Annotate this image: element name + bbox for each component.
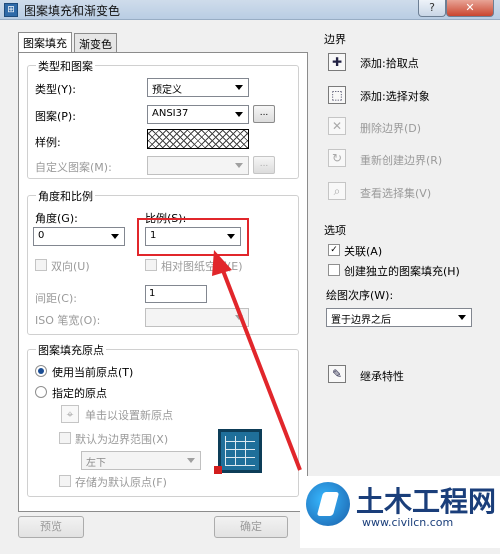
- annotation-highlight-box: [137, 218, 249, 256]
- pattern-value: ANSI37: [152, 108, 189, 119]
- store-default-checkbox[interactable]: [59, 475, 71, 487]
- associative-label: 关联(A): [344, 245, 383, 258]
- inherit-properties-icon[interactable]: ✎: [328, 365, 346, 383]
- inherit-properties-button[interactable]: 继承特性: [360, 368, 404, 384]
- recreate-boundary-icon[interactable]: ↻: [328, 149, 346, 167]
- custom-browse-button[interactable]: ...: [253, 156, 275, 174]
- pattern-browse-button[interactable]: ...: [253, 105, 275, 123]
- view-selections-icon[interactable]: ⌕: [328, 182, 346, 200]
- add-select-objects-button[interactable]: 添加:选择对象: [360, 88, 430, 104]
- use-current-origin-radio[interactable]: [35, 365, 47, 377]
- angle-select[interactable]: 0: [33, 227, 125, 246]
- double-label: 双向(U): [51, 260, 90, 273]
- chevron-down-icon: [111, 234, 119, 239]
- pick-points-icon[interactable]: ✚: [328, 53, 346, 71]
- default-extent-checkbox[interactable]: [59, 432, 71, 444]
- spacing-label: 间距(C):: [35, 292, 77, 305]
- custom-pattern-select[interactable]: [147, 156, 249, 175]
- pattern-select[interactable]: ANSI37: [147, 105, 249, 124]
- default-extent-label: 默认为边界范围(X): [75, 433, 169, 446]
- options-title: 选项: [324, 224, 346, 237]
- angle-scale-title: 角度和比例: [36, 188, 95, 204]
- watermark-url: www.civilcn.com: [362, 516, 454, 529]
- hatch-dialog: ⊞ 图案填充和渐变色 ? ✕ 图案填充 渐变色 类型和图案 类型(Y): 预定义…: [0, 0, 500, 554]
- title-bar: ⊞ 图案填充和渐变色 ? ✕: [0, 0, 500, 20]
- site-logo-icon: [306, 482, 350, 526]
- specified-origin-radio[interactable]: [35, 386, 47, 398]
- type-select[interactable]: 预定义: [147, 78, 249, 97]
- recreate-boundary-button[interactable]: 重新创建边界(R): [360, 152, 442, 168]
- chevron-down-icon: [235, 112, 243, 117]
- type-pattern-title: 类型和图案: [36, 58, 95, 74]
- relative-label: 相对图纸空间(E): [161, 260, 243, 273]
- chevron-down-icon: [235, 163, 243, 168]
- separate-hatches-label: 创建独立的图案填充(H): [344, 265, 460, 278]
- iso-label: ISO 笔宽(O):: [35, 314, 101, 327]
- window-title: 图案填充和渐变色: [24, 4, 121, 18]
- specified-origin-label: 指定的原点: [52, 387, 107, 400]
- angle-value: 0: [38, 230, 45, 241]
- swatch-label: 样例:: [35, 136, 61, 149]
- select-objects-icon[interactable]: ⬚: [328, 86, 346, 104]
- watermark-logo: 土木工程网 www.civilcn.com: [300, 476, 500, 548]
- tab-gradient[interactable]: 渐变色: [74, 33, 117, 52]
- remove-boundary-icon[interactable]: ✕: [328, 117, 346, 135]
- chevron-down-icon: [458, 315, 466, 320]
- double-checkbox[interactable]: [35, 259, 47, 271]
- watermark-title: 土木工程网: [356, 485, 497, 518]
- type-label: 类型(Y):: [35, 83, 77, 96]
- chevron-down-icon: [187, 458, 195, 463]
- preview-button[interactable]: 预览: [18, 516, 84, 538]
- view-selections-button[interactable]: 查看选择集(V): [360, 185, 431, 201]
- custom-pattern-label: 自定义图案(M):: [35, 161, 112, 174]
- draw-order-label: 绘图次序(W):: [326, 289, 394, 302]
- draw-order-value: 置于边界之后: [331, 315, 391, 326]
- click-set-origin-label: 单击以设置新原点: [85, 409, 173, 422]
- add-pick-points-button[interactable]: 添加:拾取点: [360, 55, 419, 71]
- close-button[interactable]: ✕: [446, 0, 494, 17]
- ok-button[interactable]: 确定: [214, 516, 288, 538]
- relative-checkbox[interactable]: [145, 259, 157, 271]
- iso-select[interactable]: [145, 308, 249, 327]
- spacing-input[interactable]: 1: [145, 285, 207, 303]
- associative-checkbox[interactable]: ✓: [328, 244, 340, 256]
- hatch-tab-panel: 类型和图案 类型(Y): 预定义 图案(P): ANSI37 ... 样例: 自…: [18, 52, 308, 512]
- boundaries-title: 边界: [324, 33, 346, 46]
- set-origin-icon[interactable]: ⌖: [61, 405, 79, 423]
- separate-hatches-checkbox[interactable]: [328, 264, 340, 276]
- remove-boundary-button[interactable]: 删除边界(D): [360, 120, 421, 136]
- chevron-down-icon: [235, 315, 243, 320]
- app-icon: ⊞: [4, 3, 18, 17]
- store-default-label: 存储为默认原点(F): [75, 476, 167, 489]
- type-value: 预定义: [152, 85, 182, 96]
- angle-label: 角度(G):: [35, 212, 78, 225]
- tab-hatch[interactable]: 图案填充: [18, 32, 72, 53]
- pattern-label: 图案(P):: [35, 110, 76, 123]
- origin-preview-icon: [218, 429, 262, 473]
- chevron-down-icon: [235, 85, 243, 90]
- origin-position-select[interactable]: 左下: [81, 451, 201, 470]
- use-current-origin-label: 使用当前原点(T): [52, 366, 134, 379]
- help-button[interactable]: ?: [418, 0, 446, 17]
- origin-title: 图案填充原点: [36, 342, 106, 358]
- origin-point-icon: [214, 466, 222, 474]
- pattern-swatch[interactable]: [147, 129, 249, 149]
- draw-order-select[interactable]: 置于边界之后: [326, 308, 472, 327]
- origin-position-value: 左下: [86, 458, 106, 469]
